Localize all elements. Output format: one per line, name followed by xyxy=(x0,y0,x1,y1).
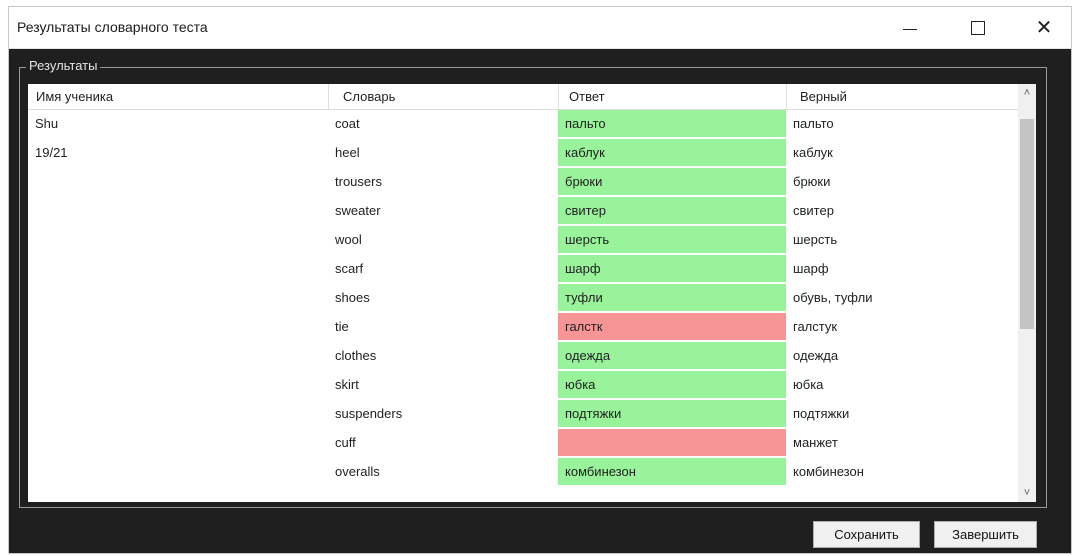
student-cell[interactable] xyxy=(28,342,328,369)
close-icon: ✕ xyxy=(1035,16,1053,39)
table-row[interactable]: clothes одежда одежда xyxy=(28,342,1018,371)
student-cell[interactable] xyxy=(28,400,328,427)
word-cell[interactable]: coat xyxy=(328,110,556,137)
results-grid[interactable]: Имя ученика Словарь Ответ Верный Shu coat… xyxy=(28,84,1036,502)
maximize-button[interactable] xyxy=(949,7,1007,48)
correct-answer-cell[interactable]: каблук xyxy=(786,139,1018,166)
correct-answer-cell[interactable]: брюки xyxy=(786,168,1018,195)
word-cell[interactable]: sweater xyxy=(328,197,556,224)
correct-answer-cell[interactable]: шарф xyxy=(786,255,1018,282)
maximize-icon xyxy=(971,20,985,35)
student-cell[interactable] xyxy=(28,429,328,456)
student-cell[interactable] xyxy=(28,371,328,398)
window-title: Результаты словарного теста xyxy=(17,19,208,35)
table-row[interactable]: Shu coat пальто пальто xyxy=(28,110,1018,139)
correct-answer-cell[interactable]: юбка xyxy=(786,371,1018,398)
table-row[interactable]: wool шерсть шерсть xyxy=(28,226,1018,255)
student-cell[interactable]: 19/21 xyxy=(28,139,328,166)
table-row[interactable]: overalls комбинезон комбинезон xyxy=(28,458,1018,487)
student-cell[interactable]: Shu xyxy=(28,110,328,137)
student-cell[interactable] xyxy=(28,168,328,195)
answer-cell[interactable]: одежда xyxy=(558,342,786,369)
column-header-student[interactable]: Имя ученика xyxy=(36,89,113,104)
table-row[interactable]: suspenders подтяжки подтяжки xyxy=(28,400,1018,429)
word-cell[interactable]: shoes xyxy=(328,284,556,311)
correct-answer-cell[interactable]: галстук xyxy=(786,313,1018,340)
answer-cell[interactable]: свитер xyxy=(558,197,786,224)
student-cell[interactable] xyxy=(28,313,328,340)
title-bar[interactable]: Результаты словарного теста ✕ xyxy=(9,7,1071,49)
column-header-answer[interactable]: Ответ xyxy=(569,89,605,104)
column-divider[interactable] xyxy=(558,84,559,109)
answer-cell[interactable] xyxy=(558,429,786,456)
word-cell[interactable]: clothes xyxy=(328,342,556,369)
answer-cell[interactable]: юбка xyxy=(558,371,786,398)
word-cell[interactable]: overalls xyxy=(328,458,556,485)
student-cell[interactable] xyxy=(28,255,328,282)
correct-answer-cell[interactable]: манжет xyxy=(786,429,1018,456)
column-header-correct[interactable]: Верный xyxy=(800,89,847,104)
table-row[interactable]: scarf шарф шарф xyxy=(28,255,1018,284)
word-cell[interactable]: heel xyxy=(328,139,556,166)
table-row[interactable]: shoes туфли обувь, туфли xyxy=(28,284,1018,313)
column-divider[interactable] xyxy=(328,84,329,109)
answer-cell[interactable]: пальто xyxy=(558,110,786,137)
table-row[interactable]: sweater свитер свитер xyxy=(28,197,1018,226)
save-button[interactable]: Сохранить xyxy=(813,521,920,548)
word-cell[interactable]: trousers xyxy=(328,168,556,195)
table-row[interactable]: trousers брюки брюки xyxy=(28,168,1018,197)
answer-cell[interactable]: брюки xyxy=(558,168,786,195)
word-cell[interactable]: wool xyxy=(328,226,556,253)
correct-answer-cell[interactable]: обувь, туфли xyxy=(786,284,1018,311)
correct-answer-cell[interactable]: комбинезон xyxy=(786,458,1018,485)
student-cell[interactable] xyxy=(28,284,328,311)
close-button[interactable]: ✕ xyxy=(1015,7,1071,48)
answer-cell[interactable]: туфли xyxy=(558,284,786,311)
student-cell[interactable] xyxy=(28,458,328,485)
minimize-button[interactable] xyxy=(881,7,939,48)
scroll-down-icon[interactable]: ˅ xyxy=(1018,484,1036,502)
student-cell[interactable] xyxy=(28,197,328,224)
word-cell[interactable]: scarf xyxy=(328,255,556,282)
answer-cell[interactable]: каблук xyxy=(558,139,786,166)
word-cell[interactable]: skirt xyxy=(328,371,556,398)
grid-header: Имя ученика Словарь Ответ Верный xyxy=(28,84,1018,110)
answer-cell[interactable]: галстк xyxy=(558,313,786,340)
finish-button[interactable]: Завершить xyxy=(934,521,1037,548)
word-cell[interactable]: suspenders xyxy=(328,400,556,427)
table-row[interactable]: skirt юбка юбка xyxy=(28,371,1018,400)
table-row[interactable]: 19/21 heel каблук каблук xyxy=(28,139,1018,168)
table-row[interactable]: cuff манжет xyxy=(28,429,1018,458)
answer-cell[interactable]: шарф xyxy=(558,255,786,282)
answer-cell[interactable]: подтяжки xyxy=(558,400,786,427)
scrollbar-thumb[interactable] xyxy=(1020,119,1034,329)
correct-answer-cell[interactable]: одежда xyxy=(786,342,1018,369)
correct-answer-cell[interactable]: шерсть xyxy=(786,226,1018,253)
correct-answer-cell[interactable]: подтяжки xyxy=(786,400,1018,427)
correct-answer-cell[interactable]: свитер xyxy=(786,197,1018,224)
word-cell[interactable]: cuff xyxy=(328,429,556,456)
vertical-scrollbar[interactable]: ˄ ˅ xyxy=(1018,84,1036,502)
student-cell[interactable] xyxy=(28,226,328,253)
word-cell[interactable]: tie xyxy=(328,313,556,340)
table-row[interactable]: tie галстк галстук xyxy=(28,313,1018,342)
scroll-up-icon[interactable]: ˄ xyxy=(1018,84,1036,102)
groupbox-label: Результаты xyxy=(26,58,101,73)
correct-answer-cell[interactable]: пальто xyxy=(786,110,1018,137)
minimize-icon xyxy=(903,29,917,30)
column-header-word[interactable]: Словарь xyxy=(343,89,395,104)
answer-cell[interactable]: шерсть xyxy=(558,226,786,253)
column-divider[interactable] xyxy=(786,84,787,109)
answer-cell[interactable]: комбинезон xyxy=(558,458,786,485)
